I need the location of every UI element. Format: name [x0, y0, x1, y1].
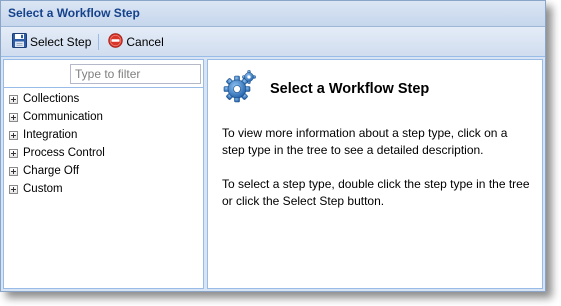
cancel-icon	[108, 32, 124, 51]
expand-icon[interactable]	[9, 184, 18, 194]
toolbar: Select Step Cancel	[1, 27, 545, 57]
tree-node-label: Collections	[23, 93, 80, 105]
step-tree: Collections Communication Integration Pr…	[4, 87, 203, 198]
tree-node-integration[interactable]: Integration	[4, 126, 203, 144]
gear-icon	[222, 69, 256, 107]
tree-node-label: Custom	[23, 183, 63, 195]
cancel-label: Cancel	[126, 34, 164, 49]
dialog-title: Select a Workflow Step	[8, 6, 140, 20]
tree-node-label: Process Control	[23, 147, 105, 159]
expand-icon[interactable]	[9, 148, 18, 158]
cancel-button[interactable]: Cancel	[105, 31, 166, 53]
tree-node-label: Charge Off	[23, 165, 80, 177]
tree-node-communication[interactable]: Communication	[4, 108, 203, 126]
tree-node-charge-off[interactable]: Charge Off	[4, 162, 203, 180]
step-detail-panel: Select a Workflow Step To view more info…	[207, 59, 543, 289]
select-step-label: Select Step	[30, 34, 92, 49]
select-step-button[interactable]: Select Step	[9, 31, 94, 53]
expand-icon[interactable]	[9, 112, 18, 122]
dialog-body: Collections Communication Integration Pr…	[3, 59, 543, 289]
expand-icon[interactable]	[9, 94, 18, 104]
toolbar-separator	[98, 33, 100, 50]
detail-title: Select a Workflow Step	[270, 81, 430, 97]
filter-input[interactable]	[70, 64, 201, 84]
workflow-step-dialog: Select a Workflow Step Select Step Cance…	[0, 0, 546, 292]
dialog-title-bar[interactable]: Select a Workflow Step	[1, 1, 545, 27]
step-tree-panel: Collections Communication Integration Pr…	[3, 59, 204, 289]
detail-paragraph-select: To select a step type, double click the …	[222, 177, 530, 208]
detail-paragraph-view: To view more information about a step ty…	[222, 126, 508, 157]
tree-node-label: Communication	[23, 111, 103, 123]
tree-node-label: Integration	[23, 129, 78, 141]
tree-node-process-control[interactable]: Process Control	[4, 144, 203, 162]
detail-header: Select a Workflow Step	[222, 69, 532, 107]
tree-node-collections[interactable]: Collections	[4, 90, 203, 108]
expand-icon[interactable]	[9, 166, 18, 176]
tree-node-custom[interactable]: Custom	[4, 180, 203, 198]
expand-icon[interactable]	[9, 130, 18, 140]
save-icon	[12, 32, 27, 51]
